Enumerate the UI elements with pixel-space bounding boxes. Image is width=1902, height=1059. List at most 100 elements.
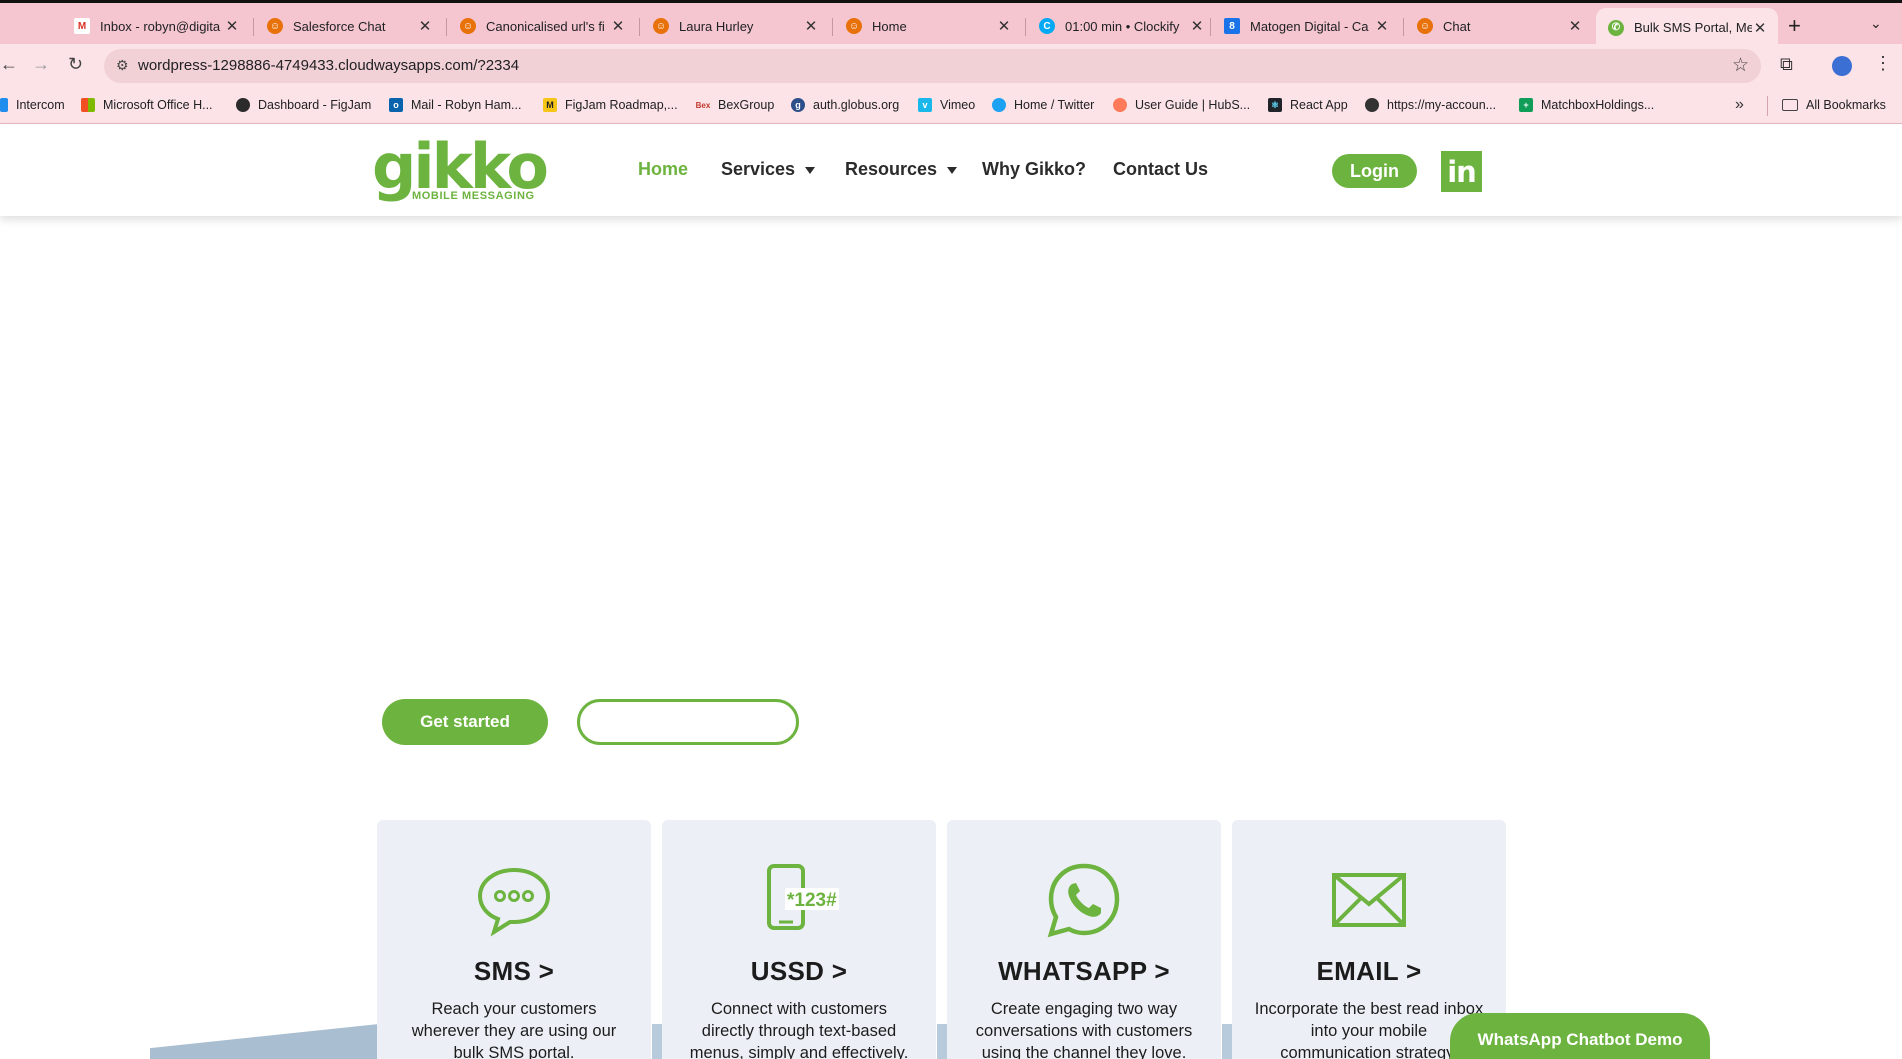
bookmark-globus[interactable]: g auth.globus.org	[791, 98, 899, 112]
tab-title: Canonicalised url's fi	[486, 18, 605, 34]
bookmark-bexgroup[interactable]: Bex BexGroup	[695, 98, 775, 112]
bookmark-figjam-roadmap[interactable]: M FigJam Roadmap,...	[543, 98, 678, 112]
miro-icon: M	[543, 98, 557, 112]
bookmark-outlook-mail[interactable]: o Mail - Robyn Ham...	[389, 98, 521, 112]
tab-canonicalised[interactable]: ☺ Canonicalised url's fi ✕	[448, 8, 636, 44]
bookmark-label: BexGroup	[718, 98, 775, 112]
get-started-button[interactable]: Get started	[382, 699, 548, 745]
card-title[interactable]: EMAIL >	[1232, 956, 1506, 987]
caret-down-icon	[947, 166, 958, 174]
background-decoration	[1222, 1024, 1232, 1059]
background-decoration	[652, 1024, 662, 1059]
bookmark-label: MatchboxHoldings...	[1541, 98, 1655, 112]
bookmark-twitter[interactable]: Home / Twitter	[992, 98, 1094, 112]
chat-smiley-icon: ☺	[653, 18, 669, 34]
nav-contact-us[interactable]: Contact Us	[1113, 159, 1208, 180]
close-icon[interactable]: ✕	[610, 17, 626, 35]
nav-home[interactable]: Home	[638, 159, 688, 180]
new-tab-button[interactable]: +	[1788, 13, 1801, 39]
browser-tab-strip: M Inbox - robyn@digita ✕ ☺ Salesforce Ch…	[0, 0, 1902, 47]
bookmark-figjam-dashboard[interactable]: Dashboard - FigJam	[236, 98, 371, 112]
tab-chat[interactable]: ☺ Chat ✕	[1405, 8, 1593, 44]
back-icon[interactable]: ←	[0, 54, 18, 75]
tab-gmail[interactable]: M Inbox - robyn@digita ✕	[62, 8, 250, 44]
tab-search-chevron-icon[interactable]: ⌄	[1870, 15, 1882, 32]
twitter-bird-icon	[992, 98, 1006, 112]
secondary-outline-button[interactable]	[577, 699, 799, 745]
address-bar[interactable]: ⚙ wordpress-1298886-4749433.cloudwaysapp…	[104, 49, 1761, 83]
card-title[interactable]: SMS >	[377, 956, 651, 987]
reload-icon[interactable]: ↻	[68, 54, 83, 75]
chevron-double-right-icon[interactable]: »	[1735, 96, 1744, 114]
caret-down-icon	[805, 166, 816, 174]
tab-home[interactable]: ☺ Home ✕	[834, 8, 1022, 44]
ussd-code-text: *123#	[787, 890, 837, 911]
bookmark-microsoft-office[interactable]: Microsoft Office H...	[81, 98, 213, 112]
bookmark-label: Vimeo	[940, 98, 976, 112]
extensions-icon[interactable]: ⧉	[1780, 54, 1793, 75]
nav-why-gikko[interactable]: Why Gikko?	[982, 159, 1086, 180]
figjam-icon	[236, 98, 250, 112]
close-icon[interactable]: ✕	[1189, 17, 1205, 35]
gikko-logo[interactable]: gikko MOBILE MESSAGING	[372, 136, 549, 204]
close-icon[interactable]: ✕	[1567, 17, 1583, 35]
hubspot-icon	[1113, 98, 1127, 112]
close-icon[interactable]: ✕	[1752, 19, 1768, 37]
bookmark-hubspot[interactable]: User Guide | HubS...	[1113, 98, 1250, 112]
globus-icon: g	[791, 98, 805, 112]
tab-salesforce-chat[interactable]: ☺ Salesforce Chat ✕	[255, 8, 443, 44]
envelope-icon	[1332, 873, 1406, 927]
whatsapp-chatbot-demo-button[interactable]: WhatsApp Chatbot Demo	[1450, 1013, 1710, 1059]
bookmark-my-account[interactable]: https://my-accoun...	[1365, 98, 1496, 112]
tab-matogen-calendar[interactable]: 8 Matogen Digital - Ca ✕	[1212, 8, 1400, 44]
bookmark-matchbox[interactable]: + MatchboxHoldings...	[1519, 98, 1654, 112]
card-description: Reach your customers wherever they are u…	[411, 1000, 617, 1059]
bookmark-vimeo[interactable]: v Vimeo	[918, 98, 975, 112]
tab-title: Inbox - robyn@digita	[100, 18, 221, 34]
card-title[interactable]: USSD >	[662, 956, 936, 987]
service-card-ussd[interactable]: *123# USSD > Connect with customers dire…	[662, 820, 936, 1059]
bexgroup-icon: Bex	[695, 100, 711, 110]
close-icon[interactable]: ✕	[1374, 17, 1390, 35]
all-bookmarks-button[interactable]: All Bookmarks	[1782, 98, 1886, 112]
login-button[interactable]: Login	[1332, 154, 1417, 188]
nav-resources[interactable]: Resources	[845, 159, 958, 180]
nav-services[interactable]: Services	[721, 159, 816, 180]
bookmark-react-app[interactable]: ⚛ React App	[1268, 98, 1348, 112]
tab-separator	[253, 18, 254, 36]
close-icon[interactable]: ✕	[417, 17, 433, 35]
site-info-icon[interactable]: ⚙	[116, 57, 129, 74]
menu-kebab-icon[interactable]: ⋮	[1874, 53, 1892, 74]
tab-separator	[1210, 18, 1211, 36]
bookmark-label: Microsoft Office H...	[103, 98, 213, 112]
bookmark-intercom[interactable]: Intercom	[0, 98, 65, 112]
service-card-whatsapp[interactable]: WHATSAPP > Create engaging two way conve…	[947, 820, 1221, 1059]
react-icon: ⚛	[1268, 98, 1282, 112]
sms-bubble-icon	[477, 867, 551, 937]
nav-services-label: Services	[721, 159, 796, 179]
tab-separator	[832, 18, 833, 36]
folder-icon	[1782, 99, 1798, 111]
url-text[interactable]: wordpress-1298886-4749433.cloudwaysapps.…	[138, 57, 519, 74]
bookmark-label: Mail - Robyn Ham...	[411, 98, 522, 112]
card-title[interactable]: WHATSAPP >	[947, 956, 1221, 987]
tab-title: 01:00 min • Clockify	[1065, 18, 1180, 34]
close-icon[interactable]: ✕	[224, 17, 240, 35]
close-icon[interactable]: ✕	[803, 17, 819, 35]
chat-smiley-icon: ☺	[460, 18, 476, 34]
service-card-sms[interactable]: SMS > Reach your customers wherever they…	[377, 820, 651, 1059]
tab-clockify[interactable]: C 01:00 min • Clockify ✕	[1027, 8, 1215, 44]
close-icon[interactable]: ✕	[996, 17, 1012, 35]
linkedin-icon[interactable]: in	[1441, 151, 1482, 192]
nav-resources-label: Resources	[845, 159, 938, 179]
bookmark-star-icon[interactable]: ☆	[1732, 54, 1749, 77]
forward-icon[interactable]: →	[32, 54, 50, 75]
card-description: Connect with customers directly through …	[689, 1000, 909, 1059]
profile-avatar[interactable]	[1832, 56, 1852, 76]
card-description: Create engaging two way conversations wi…	[975, 1000, 1193, 1059]
bookmark-label: Home / Twitter	[1014, 98, 1095, 112]
tab-title: Home	[872, 18, 907, 34]
tab-bulk-sms-portal[interactable]: ✆ Bulk SMS Portal, Me ✕	[1596, 8, 1778, 47]
tab-laura-hurley[interactable]: ☺ Laura Hurley ✕	[641, 8, 829, 44]
tab-title: Chat	[1443, 18, 1471, 34]
